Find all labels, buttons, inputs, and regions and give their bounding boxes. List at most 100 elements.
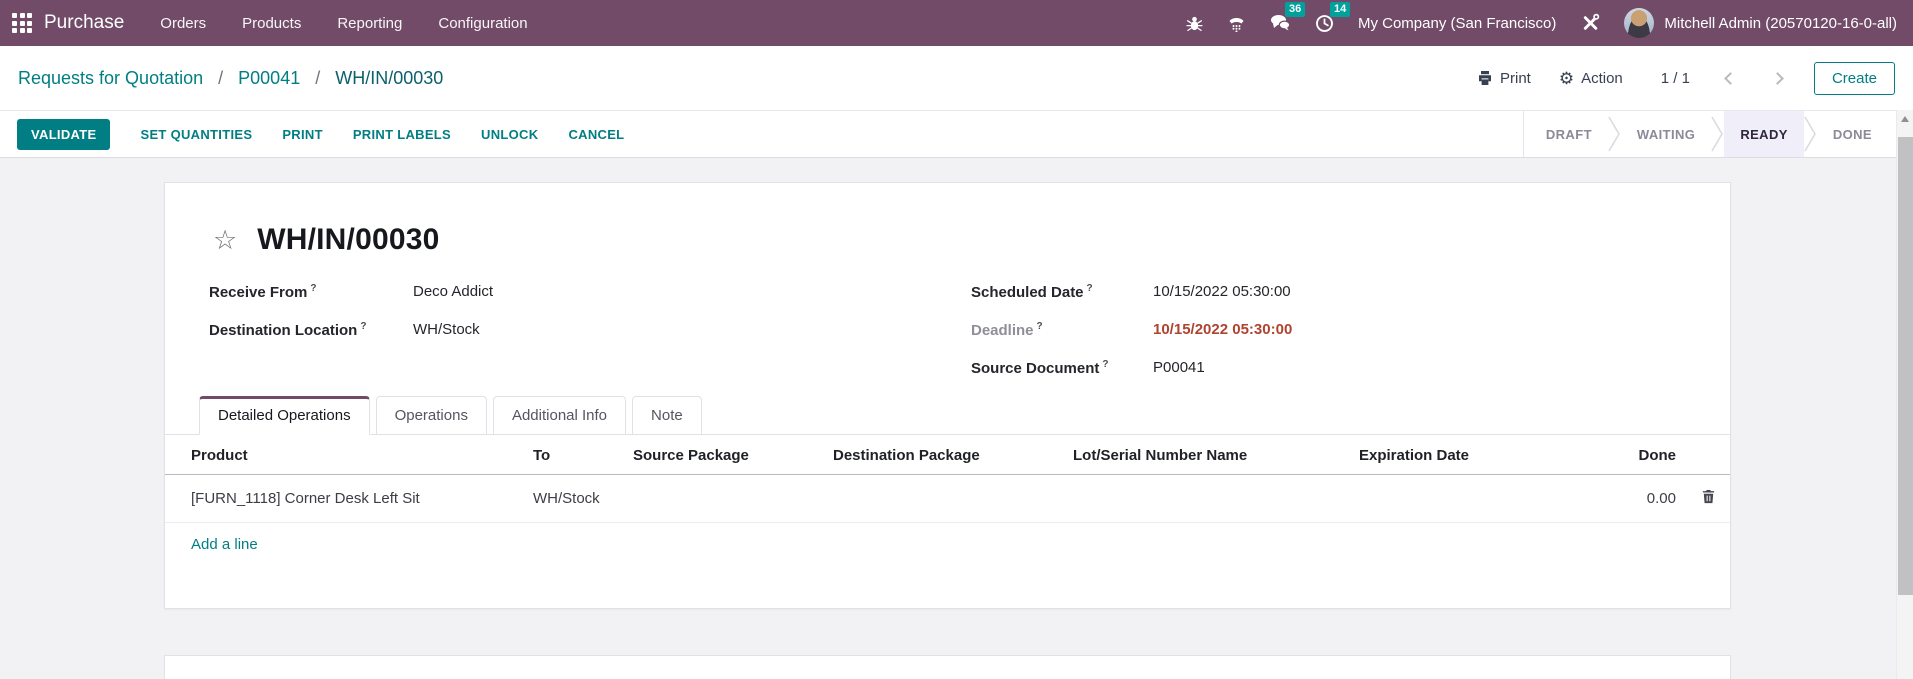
apps-grid-icon[interactable] (12, 13, 32, 33)
user-menu[interactable]: Mitchell Admin (20570120-16-0-all) (1624, 8, 1897, 38)
tab-additional-info[interactable]: Additional Info (493, 396, 626, 435)
cell-source-package[interactable] (625, 475, 825, 523)
pager-counter[interactable]: 1 / 1 (1661, 70, 1690, 87)
stage-chevron-icon (1804, 116, 1817, 152)
action-menu-button[interactable]: ⚙ Action (1559, 70, 1623, 87)
vertical-scrollbar[interactable] (1896, 110, 1913, 679)
chatter-panel (164, 655, 1731, 679)
menu-orders[interactable]: Orders (160, 15, 206, 32)
cancel-button[interactable]: CANCEL (568, 127, 624, 142)
destination-location-label: Destination Location? (209, 321, 413, 339)
tab-note[interactable]: Note (632, 396, 702, 435)
stage-chevron-icon (1608, 116, 1621, 152)
unlock-button[interactable]: UNLOCK (481, 127, 538, 142)
print-menu-button[interactable]: Print (1477, 70, 1531, 87)
help-icon: ? (1037, 321, 1043, 332)
deadline-field[interactable]: 10/15/2022 05:30:00 (1153, 321, 1686, 339)
user-name: Mitchell Admin (20570120-16-0-all) (1664, 15, 1897, 32)
stage-waiting[interactable]: WAITING (1621, 111, 1711, 157)
tools-icon[interactable] (1580, 8, 1600, 38)
breadcrumb-separator: / (315, 68, 320, 88)
receive-from-label: Receive From? (209, 283, 413, 301)
column-header-product[interactable]: Product (165, 435, 525, 475)
scroll-up-icon[interactable] (1897, 110, 1913, 128)
column-header-done[interactable]: Done (1551, 435, 1684, 475)
content-area: ☆ WH/IN/00030 Receive From? Deco Addict … (0, 158, 1913, 679)
notebook-tabs: Detailed Operations Operations Additiona… (165, 396, 1730, 435)
stage-pipeline: DRAFT WAITING READY DONE (1523, 111, 1888, 157)
menu-reporting[interactable]: Reporting (337, 15, 402, 32)
cell-destination-package[interactable] (825, 475, 1065, 523)
messages-badge: 36 (1285, 2, 1305, 17)
breadcrumb-requests-for-quotation[interactable]: Requests for Quotation (18, 68, 203, 88)
print-label: Print (1500, 70, 1531, 87)
user-avatar (1624, 8, 1654, 38)
help-icon: ? (1102, 359, 1108, 370)
source-document-field[interactable]: P00041 (1153, 359, 1686, 377)
print-button[interactable]: PRINT (282, 127, 323, 142)
column-header-lot-serial[interactable]: Lot/Serial Number Name (1065, 435, 1351, 475)
scheduled-date-label: Scheduled Date? (971, 283, 1153, 301)
main-menu: Orders Products Reporting Configuration (160, 15, 527, 32)
stage-ready[interactable]: READY (1724, 111, 1804, 157)
column-header-to[interactable]: To (525, 435, 625, 475)
gear-icon: ⚙ (1559, 70, 1574, 87)
stage-draft[interactable]: DRAFT (1530, 111, 1608, 157)
table-header-row: Product To Source Package Destination Pa… (165, 435, 1731, 475)
receive-from-field[interactable]: Deco Addict (413, 283, 971, 301)
bug-icon[interactable] (1186, 8, 1203, 38)
add-a-line-link[interactable]: Add a line (165, 523, 1730, 567)
statusbar: VALIDATE SET QUANTITIES PRINT PRINT LABE… (0, 110, 1913, 158)
stage-done[interactable]: DONE (1817, 111, 1888, 157)
cell-lot-serial[interactable] (1065, 475, 1351, 523)
table-row[interactable]: [FURN_1118] Corner Desk Left Sit WH/Stoc… (165, 475, 1731, 523)
clock-icon[interactable]: 14 (1315, 8, 1334, 38)
trash-icon[interactable] (1701, 489, 1716, 504)
cell-done[interactable]: 0.00 (1551, 475, 1684, 523)
help-icon: ? (360, 321, 366, 332)
validate-button[interactable]: VALIDATE (17, 119, 110, 150)
activities-badge: 14 (1330, 2, 1350, 17)
control-panel: Requests for Quotation / P00041 / WH/IN/… (0, 46, 1913, 110)
stage-chevron-icon (1711, 116, 1724, 152)
form-sheet: ☆ WH/IN/00030 Receive From? Deco Addict … (164, 182, 1731, 609)
deadline-label: Deadline? (971, 321, 1153, 339)
printer-icon (1477, 70, 1493, 86)
menu-configuration[interactable]: Configuration (438, 15, 527, 32)
phone-icon[interactable] (1227, 8, 1246, 38)
cell-to[interactable]: WH/Stock (525, 475, 625, 523)
record-title[interactable]: WH/IN/00030 (257, 223, 439, 257)
chevron-left-icon[interactable] (1724, 72, 1737, 85)
breadcrumb-separator: / (218, 68, 223, 88)
tab-detailed-operations[interactable]: Detailed Operations (199, 396, 370, 435)
help-icon: ? (1087, 283, 1093, 294)
cell-product[interactable]: [FURN_1118] Corner Desk Left Sit (165, 475, 525, 523)
create-button[interactable]: Create (1814, 62, 1895, 95)
breadcrumb: Requests for Quotation / P00041 / WH/IN/… (18, 68, 443, 89)
help-icon: ? (310, 283, 316, 294)
column-header-expiration-date[interactable]: Expiration Date (1351, 435, 1551, 475)
breadcrumb-current: WH/IN/00030 (335, 68, 443, 88)
scrollbar-thumb[interactable] (1898, 137, 1913, 595)
chevron-right-icon[interactable] (1771, 72, 1784, 85)
column-header-destination-package[interactable]: Destination Package (825, 435, 1065, 475)
field-group: Receive From? Deco Addict Destination Lo… (209, 283, 1686, 377)
company-switcher[interactable]: My Company (San Francisco) (1358, 15, 1556, 32)
scheduled-date-field[interactable]: 10/15/2022 05:30:00 (1153, 283, 1686, 301)
action-label: Action (1581, 70, 1623, 87)
column-header-actions (1684, 435, 1731, 475)
column-header-source-package[interactable]: Source Package (625, 435, 825, 475)
breadcrumb-p00041[interactable]: P00041 (238, 68, 300, 88)
menu-products[interactable]: Products (242, 15, 301, 32)
print-labels-button[interactable]: PRINT LABELS (353, 127, 451, 142)
odoo-window: Purchase Orders Products Reporting Confi… (0, 0, 1913, 679)
cell-expiration-date[interactable] (1351, 475, 1551, 523)
top-navbar: Purchase Orders Products Reporting Confi… (0, 0, 1913, 46)
destination-location-field[interactable]: WH/Stock (413, 321, 971, 339)
tab-operations[interactable]: Operations (376, 396, 487, 435)
chat-icon[interactable]: 36 (1270, 8, 1291, 38)
set-quantities-button[interactable]: SET QUANTITIES (140, 127, 252, 142)
app-name-purchase[interactable]: Purchase (44, 12, 124, 34)
source-document-label: Source Document? (971, 359, 1153, 377)
favorite-star-icon[interactable]: ☆ (213, 227, 237, 254)
